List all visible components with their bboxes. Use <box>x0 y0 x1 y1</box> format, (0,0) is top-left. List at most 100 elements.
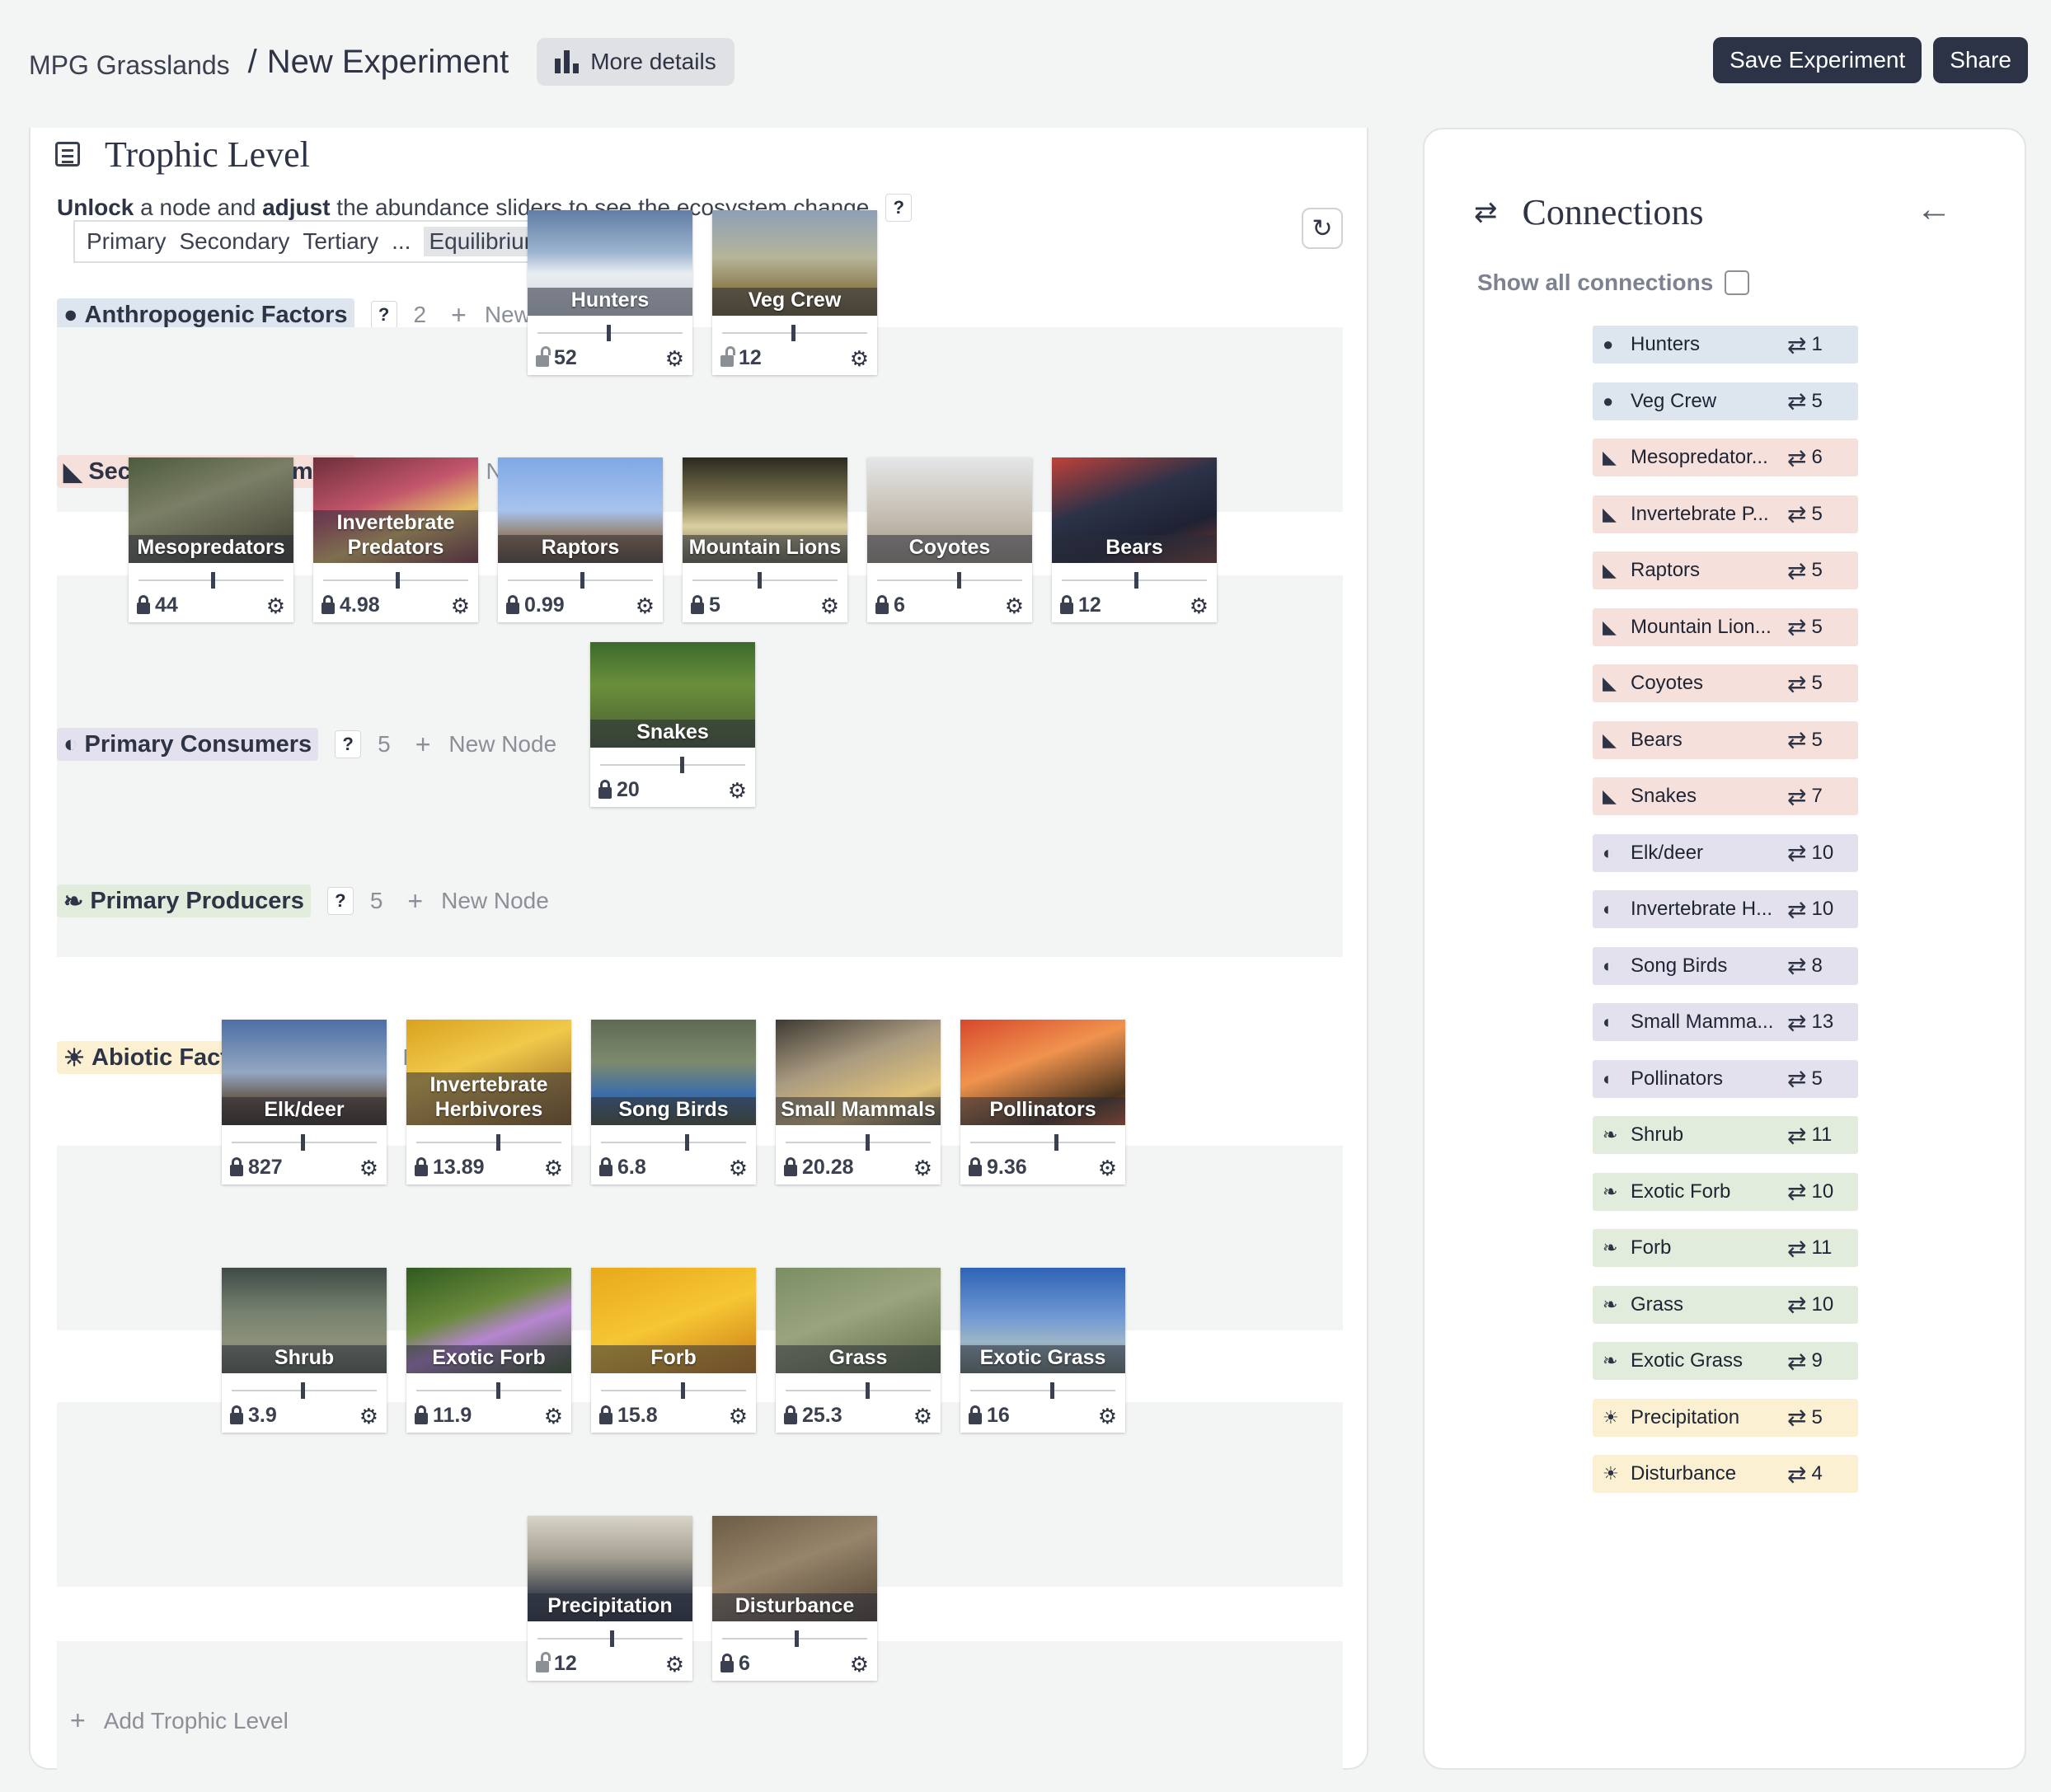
node-card[interactable]: Precipitation 12 ⚙ <box>528 1516 692 1681</box>
slider-thumb[interactable] <box>211 572 215 589</box>
new-node-button[interactable]: New Node <box>441 888 549 914</box>
abundance-slider[interactable] <box>138 572 284 589</box>
lock-icon[interactable] <box>230 1156 243 1176</box>
equilibrium-option[interactable]: Primary <box>87 228 166 255</box>
gear-icon[interactable]: ⚙ <box>820 593 839 618</box>
abundance-slider[interactable] <box>970 1134 1115 1151</box>
gear-icon[interactable]: ⚙ <box>1190 593 1209 618</box>
abundance-slider[interactable] <box>877 572 1022 589</box>
node-card[interactable]: Forb 15.8 ⚙ <box>591 1268 756 1433</box>
slider-thumb[interactable] <box>301 1134 305 1151</box>
lock-icon[interactable] <box>875 594 889 614</box>
lock-icon[interactable] <box>598 779 612 799</box>
slider-thumb[interactable] <box>681 1382 685 1399</box>
gear-icon[interactable]: ⚙ <box>451 593 470 618</box>
node-image[interactable]: Hunters <box>528 210 692 316</box>
abundance-slider[interactable] <box>970 1382 1115 1399</box>
node-image[interactable]: Exotic Grass <box>960 1268 1125 1373</box>
connection-item[interactable]: ❧ Exotic Forb ⇄ 10 <box>1593 1172 1858 1211</box>
gear-icon[interactable]: ⚙ <box>665 346 684 371</box>
connection-item[interactable]: ● Hunters ⇄ 1 <box>1593 326 1858 364</box>
trophic-level-pill[interactable]: ● Anthropogenic Factors <box>57 298 354 331</box>
lock-icon[interactable] <box>230 1405 243 1424</box>
connection-item[interactable]: ☀ Precipitation ⇄ 5 <box>1593 1398 1858 1437</box>
lock-icon[interactable] <box>321 594 335 614</box>
gear-icon[interactable]: ⚙ <box>729 1156 748 1180</box>
slider-thumb[interactable] <box>610 1630 614 1647</box>
slider-thumb[interactable] <box>866 1382 870 1399</box>
node-image[interactable]: Disturbance <box>712 1516 877 1621</box>
slider-thumb[interactable] <box>866 1134 870 1151</box>
slider-thumb[interactable] <box>957 572 961 589</box>
gear-icon[interactable]: ⚙ <box>850 1652 869 1677</box>
gear-icon[interactable]: ⚙ <box>665 1652 684 1677</box>
breadcrumb-root[interactable]: MPG Grasslands <box>29 50 230 81</box>
save-experiment-button[interactable]: Save Experiment <box>1713 37 1922 83</box>
gear-icon[interactable]: ⚙ <box>266 593 285 618</box>
abundance-slider[interactable] <box>786 1382 931 1399</box>
node-image[interactable]: Invertebrate Predators <box>313 457 478 563</box>
node-image[interactable]: Precipitation <box>528 1516 692 1621</box>
slider-thumb[interactable] <box>685 1134 689 1151</box>
node-card[interactable]: Hunters 52 ⚙ <box>528 210 692 375</box>
abundance-slider[interactable] <box>600 757 745 773</box>
slider-thumb[interactable] <box>301 1382 305 1399</box>
node-image[interactable]: Mountain Lions <box>683 457 847 563</box>
gear-icon[interactable]: ⚙ <box>1098 1156 1117 1180</box>
plus-icon[interactable]: + <box>407 886 423 917</box>
node-card[interactable]: Mountain Lions 5 ⚙ <box>683 457 847 622</box>
gear-icon[interactable]: ⚙ <box>359 1404 378 1428</box>
lock-icon[interactable] <box>720 1653 734 1672</box>
node-image[interactable]: Small Mammals <box>776 1020 941 1125</box>
lock-icon[interactable] <box>415 1156 428 1176</box>
lock-icon[interactable] <box>506 594 519 614</box>
connection-item[interactable]: ◐ Elk/deer ⇄ 10 <box>1593 833 1858 872</box>
abundance-slider[interactable] <box>601 1134 746 1151</box>
node-image[interactable]: Bears <box>1052 457 1217 563</box>
gear-icon[interactable]: ⚙ <box>1005 593 1024 618</box>
node-card[interactable]: Elk/deer 827 ⚙ <box>222 1020 387 1185</box>
slider-thumb[interactable] <box>758 572 762 589</box>
node-image[interactable]: Grass <box>776 1268 941 1373</box>
gear-icon[interactable]: ⚙ <box>544 1156 563 1180</box>
abundance-slider[interactable] <box>323 572 468 589</box>
reset-button[interactable]: ↻ <box>1302 208 1343 249</box>
connection-item[interactable]: ◣ Bears ⇄ 5 <box>1593 720 1858 759</box>
abundance-slider[interactable] <box>508 572 653 589</box>
connection-item[interactable]: ❧ Forb ⇄ 11 <box>1593 1229 1858 1267</box>
abundance-slider[interactable] <box>722 325 867 341</box>
slider-thumb[interactable] <box>496 1134 500 1151</box>
lock-icon[interactable] <box>599 1156 612 1176</box>
slider-thumb[interactable] <box>396 572 400 589</box>
abundance-slider[interactable] <box>232 1134 377 1151</box>
gear-icon[interactable]: ⚙ <box>636 593 655 618</box>
node-card[interactable]: Exotic Forb 11.9 ⚙ <box>406 1268 571 1433</box>
abundance-slider[interactable] <box>601 1382 746 1399</box>
slider-thumb[interactable] <box>795 1630 799 1647</box>
abundance-slider[interactable] <box>1062 572 1207 589</box>
connection-item[interactable]: ◐ Small Mamma... ⇄ 13 <box>1593 1003 1858 1041</box>
node-image[interactable]: Veg Crew <box>712 210 877 316</box>
abundance-slider[interactable] <box>692 572 838 589</box>
abundance-slider[interactable] <box>722 1630 867 1647</box>
help-button[interactable]: ? <box>335 730 362 758</box>
node-card[interactable]: Exotic Grass 16 ⚙ <box>960 1268 1125 1433</box>
slider-thumb[interactable] <box>791 325 796 341</box>
abundance-slider[interactable] <box>416 1382 561 1399</box>
back-arrow-icon[interactable]: ← <box>1916 189 1952 230</box>
node-card[interactable]: Snakes 20 ⚙ <box>590 642 755 807</box>
gear-icon[interactable]: ⚙ <box>913 1404 932 1428</box>
node-card[interactable]: Invertebrate Predators 4.98 ⚙ <box>313 457 478 622</box>
abundance-slider[interactable] <box>537 325 683 341</box>
node-image[interactable]: Song Birds <box>591 1020 756 1125</box>
slider-thumb[interactable] <box>580 572 584 589</box>
more-details-button[interactable]: More details <box>537 38 735 86</box>
connection-item[interactable]: ◣ Mountain Lion... ⇄ 5 <box>1593 607 1858 646</box>
connection-item[interactable]: ☀ Disturbance ⇄ 4 <box>1593 1455 1858 1493</box>
gear-icon[interactable]: ⚙ <box>359 1156 378 1180</box>
node-card[interactable]: Coyotes 6 ⚙ <box>867 457 1032 622</box>
node-image[interactable]: Forb <box>591 1268 756 1373</box>
connection-item[interactable]: ◣ Raptors ⇄ 5 <box>1593 551 1858 589</box>
lock-icon[interactable] <box>415 1405 428 1424</box>
slider-thumb[interactable] <box>607 325 611 341</box>
